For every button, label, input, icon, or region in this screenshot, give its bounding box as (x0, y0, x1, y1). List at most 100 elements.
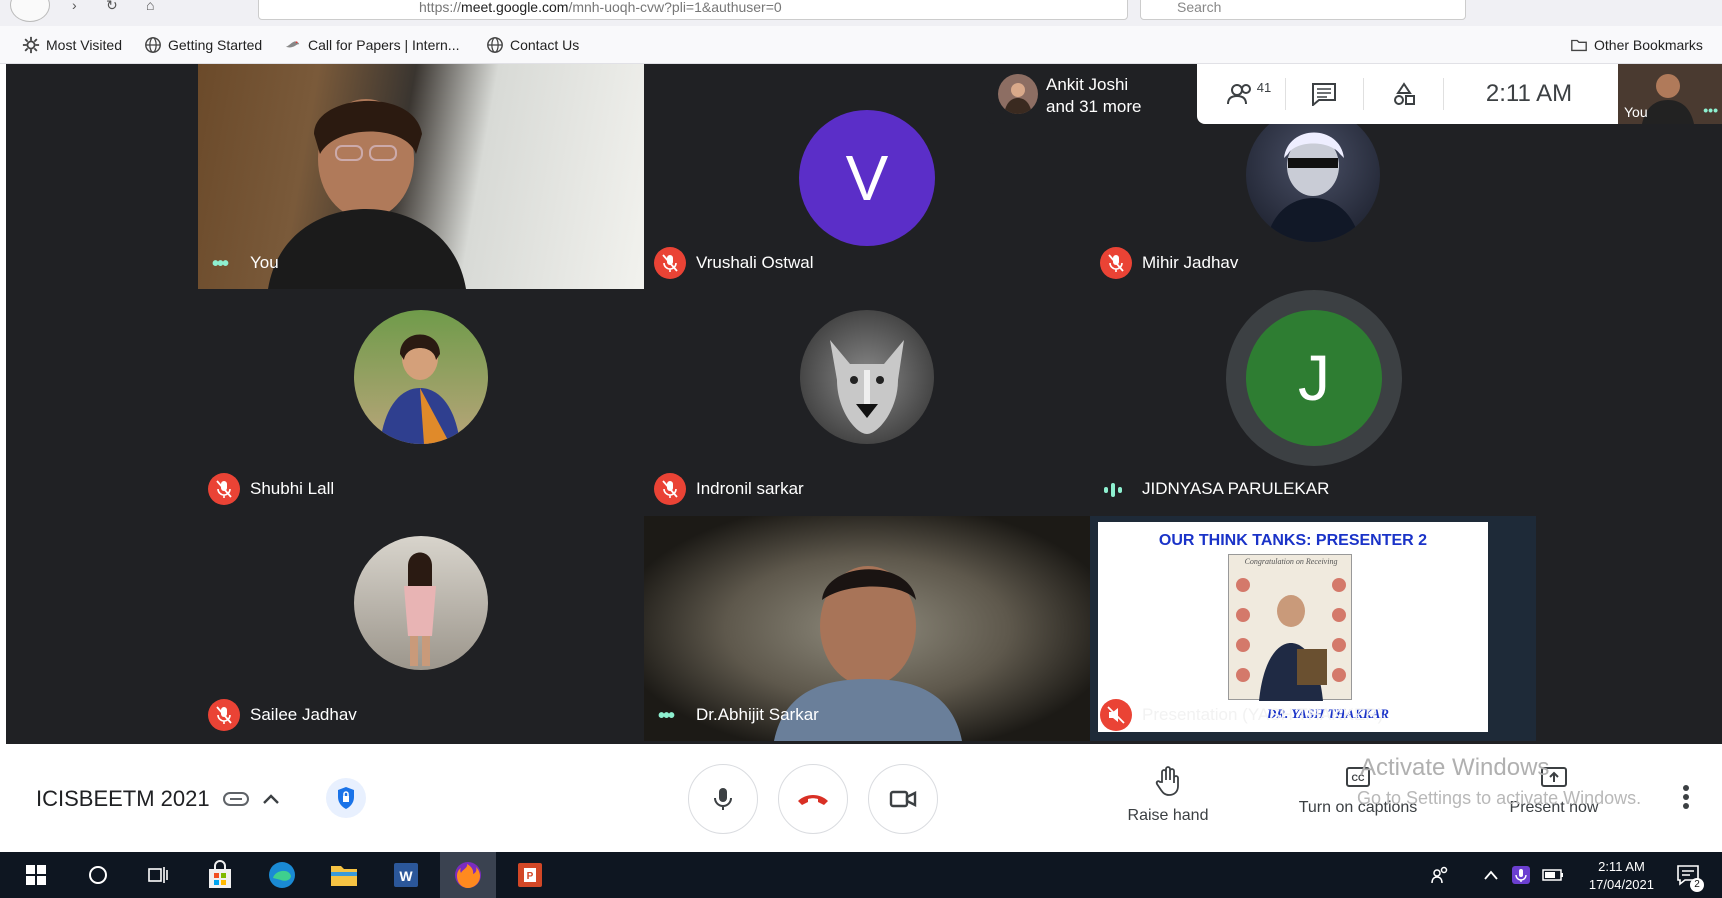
mic-off-icon (654, 247, 686, 279)
firefox-icon[interactable] (440, 852, 496, 898)
certificate-text: Congratulation on Receiving (1244, 557, 1338, 566)
hand-icon (1155, 766, 1179, 796)
notifications-icon[interactable]: 2 (1664, 852, 1712, 898)
participant-tile[interactable]: J JIDNYASA PARULEKAR (1090, 290, 1536, 515)
tray-date: 17/04/2021 (1588, 877, 1654, 892)
participant-name: Indronil sarkar (696, 479, 804, 498)
more-options-icon[interactable] (1682, 784, 1690, 810)
chevron-up-icon[interactable] (262, 793, 280, 805)
shield-lock-icon (338, 787, 354, 809)
edge-browser-icon[interactable] (254, 852, 310, 898)
search-input[interactable]: Search (1140, 0, 1466, 20)
bookmarks-bar: Most Visited Getting Started Call for Pa… (0, 26, 1722, 64)
bookmark-most-visited[interactable]: Most Visited (22, 36, 122, 54)
avatar (354, 310, 488, 444)
bookmark-getting-started[interactable]: Getting Started (144, 36, 262, 54)
meeting-clock: 2:11 AM (1485, 80, 1573, 107)
participant-tile[interactable]: Sailee Jadhav (198, 516, 644, 741)
presenting-text: Ankit Joshi and 31 more (1046, 75, 1142, 116)
people-tray-icon[interactable] (1424, 852, 1456, 898)
meeting-controls: ICISBEETM 2021 Raise hand CC Turn on cap… (0, 744, 1722, 852)
windows-start-icon[interactable] (8, 852, 64, 898)
certificate-image: Congratulation on Receiving (1228, 554, 1352, 701)
participant-tile[interactable]: ••• Dr.Abhijit Sarkar (644, 516, 1090, 741)
audio-dots-icon: ••• (212, 253, 229, 275)
notification-count: 2 (1690, 878, 1704, 892)
bookmark-call-for-papers[interactable]: Call for Papers | Intern... (284, 36, 459, 54)
attachment-icon (222, 792, 249, 806)
participant-tile[interactable]: Indronil sarkar (644, 290, 1090, 515)
presenting-card[interactable]: Ankit Joshi and 31 more (986, 64, 1202, 124)
home-icon[interactable]: ⌂ (146, 0, 154, 12)
search-placeholder: Search (1177, 0, 1222, 15)
meeting-name: ICISBEETM 2021 (36, 786, 210, 811)
participant-tile[interactable]: Shubhi Lall (198, 290, 644, 515)
chevron-up-icon[interactable] (1478, 852, 1504, 898)
camera-button[interactable] (868, 764, 938, 834)
mic-off-icon (654, 473, 686, 505)
presentation-slide: OUR THINK TANKS: PRESENTER 2 Congratulat… (1098, 522, 1488, 732)
bird-icon (285, 41, 300, 48)
meeting-grid: ••• You V Vrushali Ostwal Mihir Jadhav S… (6, 64, 1722, 744)
powerpoint-icon[interactable]: P (502, 852, 558, 898)
avatar (354, 536, 488, 670)
hang-up-icon (798, 795, 828, 805)
globe-icon (145, 37, 161, 53)
avatar: J (1246, 310, 1382, 446)
presentation-tile[interactable]: OUR THINK TANKS: PRESENTER 2 Congratulat… (1090, 516, 1536, 741)
participant-name: Mihir Jadhav (1142, 253, 1239, 272)
windows-taskbar: W P 2:11 AM 17/04/2021 2 (0, 852, 1722, 898)
microphone-icon (714, 788, 732, 810)
participant-name: Dr.Abhijit Sarkar (696, 705, 819, 724)
chat-icon (1312, 83, 1336, 106)
video-camera-icon (889, 790, 917, 808)
participant-name: Vrushali Ostwal (696, 253, 814, 272)
audio-dots-icon: ••• (1703, 102, 1718, 118)
participant-count: 41 (1256, 79, 1272, 95)
url-bar[interactable]: https://meet.google.com/mnh-uoqh-cvw?pli… (258, 0, 1128, 20)
file-explorer-icon[interactable] (316, 852, 372, 898)
bookmark-contact-us[interactable]: Contact Us (486, 36, 579, 54)
bookmark-other[interactable]: Other Bookmarks (1570, 36, 1703, 54)
tray-clock[interactable]: 2:11 AM 17/04/2021 (1589, 858, 1654, 894)
svg-text:P: P (527, 871, 534, 882)
search-icon[interactable] (70, 852, 126, 898)
microphone-tray-icon[interactable] (1506, 852, 1536, 898)
forward-icon[interactable]: › (72, 0, 77, 12)
avatar: V (799, 110, 935, 246)
host-controls-button[interactable] (326, 778, 366, 818)
mic-off-icon (208, 473, 240, 505)
avatar (998, 74, 1038, 114)
battery-icon[interactable] (1538, 852, 1568, 898)
participant-tile-self[interactable]: ••• You (198, 64, 644, 289)
meeting-details[interactable]: ICISBEETM 2021 (36, 786, 280, 812)
chat-button[interactable] (1297, 64, 1351, 124)
tray-time: 2:11 AM (1598, 859, 1645, 874)
raise-hand-button[interactable]: Raise hand (1122, 766, 1214, 825)
participant-name: Shubhi Lall (250, 479, 335, 498)
activation-watermark-title: Activate Windows (1360, 754, 1550, 781)
task-view-icon[interactable] (130, 852, 186, 898)
speaker-off-icon (1100, 699, 1132, 731)
url-text: https://meet.google.com/mnh-uoqh-cvw?pli… (419, 0, 782, 15)
avatar (800, 310, 934, 444)
participant-name: You (250, 253, 279, 272)
microphone-button[interactable] (688, 764, 758, 834)
slide-title: OUR THINK TANKS: PRESENTER 2 (1158, 532, 1428, 549)
mic-off-icon (1100, 247, 1132, 279)
store-icon[interactable] (192, 852, 248, 898)
leave-call-button[interactable] (778, 764, 848, 834)
people-button[interactable]: 41 (1221, 64, 1277, 124)
reload-icon[interactable]: ↻ (106, 0, 118, 12)
people-icon (1226, 84, 1251, 105)
speaking-indicator-icon (1104, 483, 1122, 497)
mic-off-icon (208, 699, 240, 731)
back-button[interactable] (10, 0, 50, 22)
participant-name: Sailee Jadhav (250, 705, 357, 724)
self-preview[interactable]: You ••• (1618, 64, 1722, 124)
audio-dots-icon: ••• (658, 705, 675, 727)
gear-icon (22, 36, 40, 54)
globe-icon (487, 37, 503, 53)
word-icon[interactable]: W (378, 852, 434, 898)
activities-button[interactable] (1377, 64, 1431, 124)
